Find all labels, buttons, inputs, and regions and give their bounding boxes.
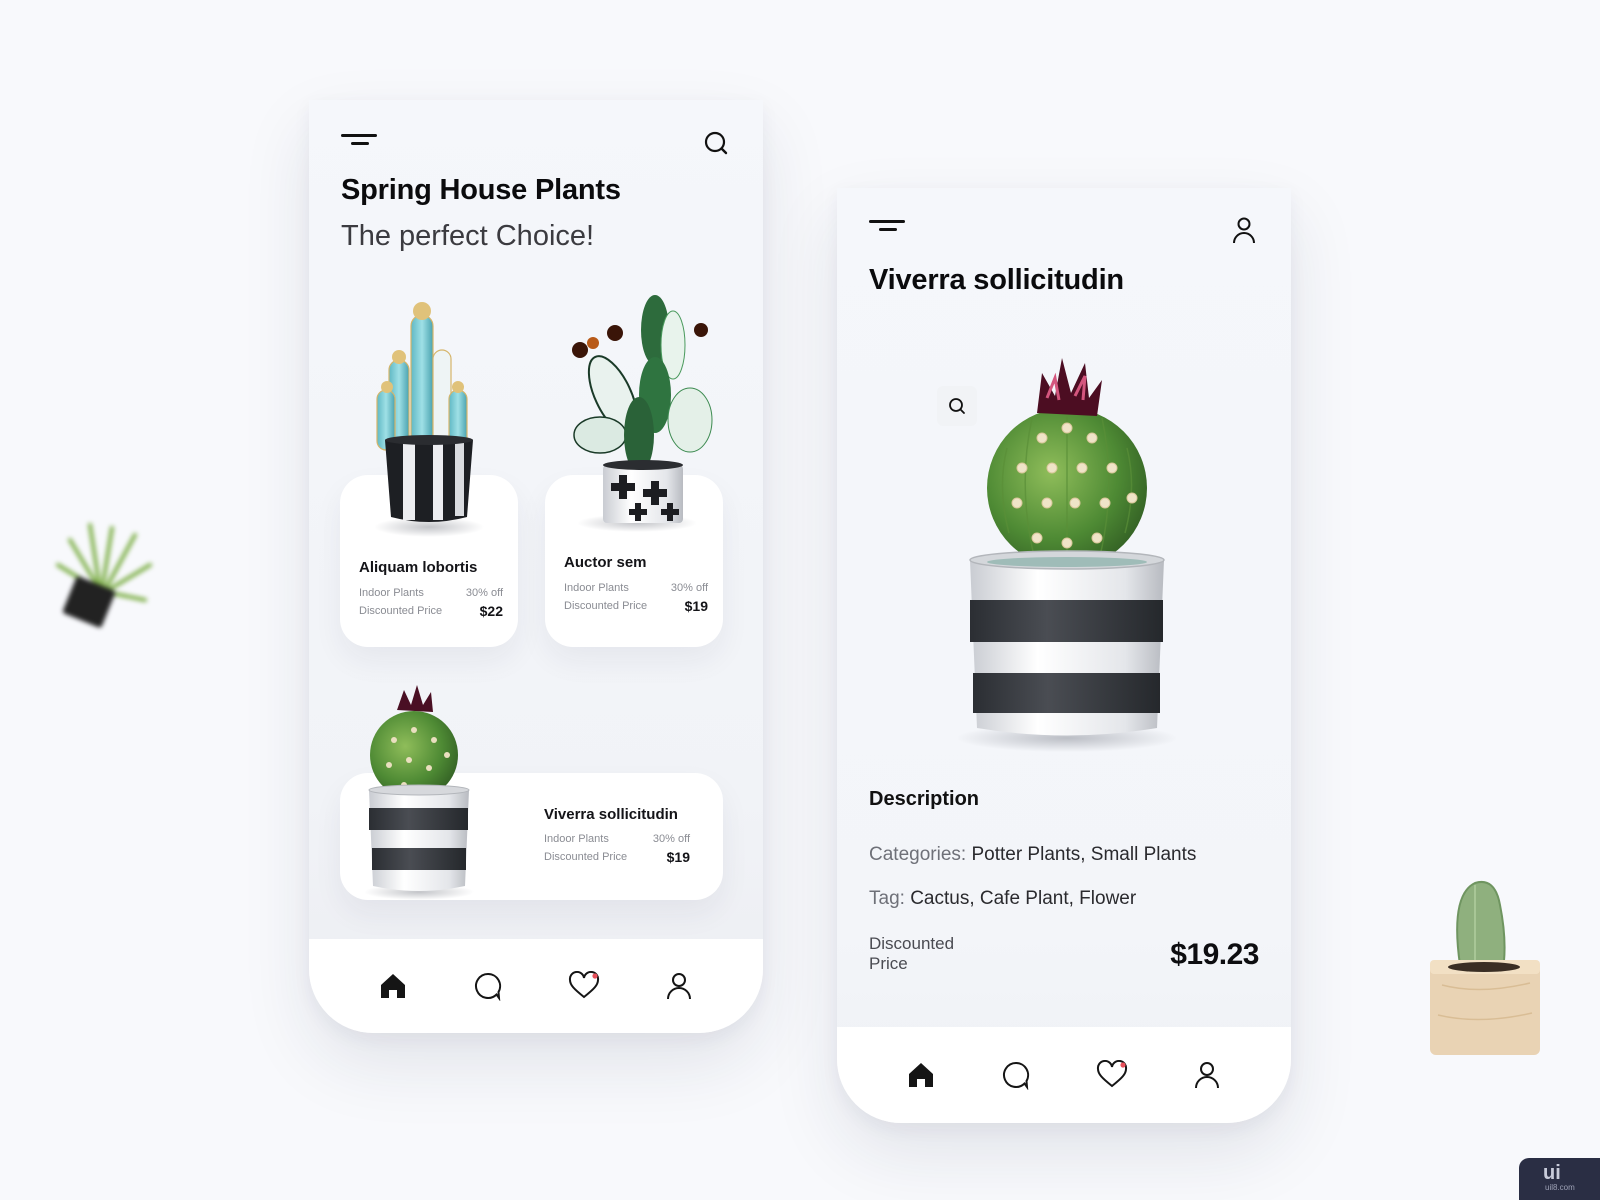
heart-icon bbox=[568, 971, 599, 999]
price-label: Discounted Price bbox=[544, 851, 628, 863]
tag-label: Tag: bbox=[869, 888, 905, 909]
product-name: Aliquam lobortis bbox=[359, 559, 478, 576]
product-discount: 30% off bbox=[652, 833, 690, 845]
product-discount: 30% off bbox=[465, 587, 503, 599]
page-subtitle: The perfect Choice! bbox=[341, 220, 595, 252]
categories-label: Categories: bbox=[869, 844, 967, 865]
product-category: Indoor Plants bbox=[359, 587, 424, 599]
barrel-cactus-image[interactable] bbox=[359, 680, 479, 902]
price-label: Discounted Price bbox=[564, 600, 648, 612]
menu-icon[interactable] bbox=[341, 130, 377, 150]
product-detail-screen: Viverra sollicitudin Description Categor… bbox=[837, 188, 1291, 1123]
user-icon[interactable] bbox=[1231, 216, 1259, 244]
product-price: $19 bbox=[666, 849, 690, 865]
search-icon[interactable] bbox=[703, 130, 731, 158]
discounted-price-label: Discounted Price bbox=[869, 934, 955, 973]
description-heading: Description bbox=[869, 788, 980, 810]
home-screen: Spring House Plants The perfect Choice! … bbox=[309, 100, 763, 1033]
product-discount: 30% off bbox=[670, 582, 708, 594]
nav-home[interactable] bbox=[904, 1058, 938, 1092]
heart-icon bbox=[1096, 1060, 1127, 1088]
nav-chat[interactable] bbox=[999, 1058, 1033, 1092]
nav-profile[interactable] bbox=[662, 969, 696, 1003]
notification-badge bbox=[592, 973, 598, 979]
chat-icon bbox=[475, 972, 502, 1001]
categories-value: Potter Plants, Small Plants bbox=[971, 844, 1197, 865]
product-title: Viverra sollicitudin bbox=[869, 264, 1124, 296]
watermark-badge: ui uil8.com bbox=[1519, 1158, 1600, 1200]
product-price: $19.23 bbox=[1170, 938, 1259, 971]
nav-favorites[interactable] bbox=[1095, 1058, 1129, 1092]
tag-value: Cactus, Cafe Plant, Flower bbox=[910, 888, 1137, 909]
tags-row: Tag: Cactus, Cafe Plant, Flower bbox=[869, 888, 1136, 910]
home-icon bbox=[908, 1063, 933, 1087]
nav-favorites[interactable] bbox=[567, 969, 601, 1003]
wooden-pot-cactus-decoration bbox=[1430, 881, 1540, 1055]
bottom-nav bbox=[309, 939, 763, 1033]
price-label: Discounted Price bbox=[359, 605, 443, 617]
watermark-subtext: uil8.com bbox=[1545, 1183, 1575, 1192]
product-name: Auctor sem bbox=[564, 554, 647, 571]
product-category: Indoor Plants bbox=[564, 582, 629, 594]
chat-icon bbox=[1003, 1061, 1030, 1090]
blue-cactus-image[interactable] bbox=[369, 295, 489, 540]
top-bar bbox=[869, 216, 1259, 246]
home-icon bbox=[380, 974, 405, 998]
user-icon bbox=[667, 973, 692, 1000]
page-title: Spring House Plants bbox=[341, 174, 621, 206]
menu-icon[interactable] bbox=[869, 216, 905, 236]
blurred-plant-decoration bbox=[56, 523, 152, 628]
top-bar bbox=[341, 130, 731, 160]
product-name: Viverra sollicitudin bbox=[544, 806, 678, 823]
notification-badge bbox=[1120, 1062, 1126, 1068]
nav-profile[interactable] bbox=[1190, 1058, 1224, 1092]
product-category: Indoor Plants bbox=[544, 833, 609, 845]
categories-row: Categories: Potter Plants, Small Plants bbox=[869, 844, 1196, 866]
product-price: $22 bbox=[479, 603, 503, 619]
bottom-nav bbox=[837, 1027, 1291, 1123]
prickly-pear-image[interactable] bbox=[555, 285, 720, 535]
product-image bbox=[957, 358, 1177, 752]
nav-home[interactable] bbox=[376, 969, 410, 1003]
nav-chat[interactable] bbox=[471, 969, 505, 1003]
watermark-text: ui bbox=[1543, 1162, 1561, 1184]
product-price: $19 bbox=[684, 598, 708, 614]
user-icon bbox=[1195, 1062, 1220, 1089]
